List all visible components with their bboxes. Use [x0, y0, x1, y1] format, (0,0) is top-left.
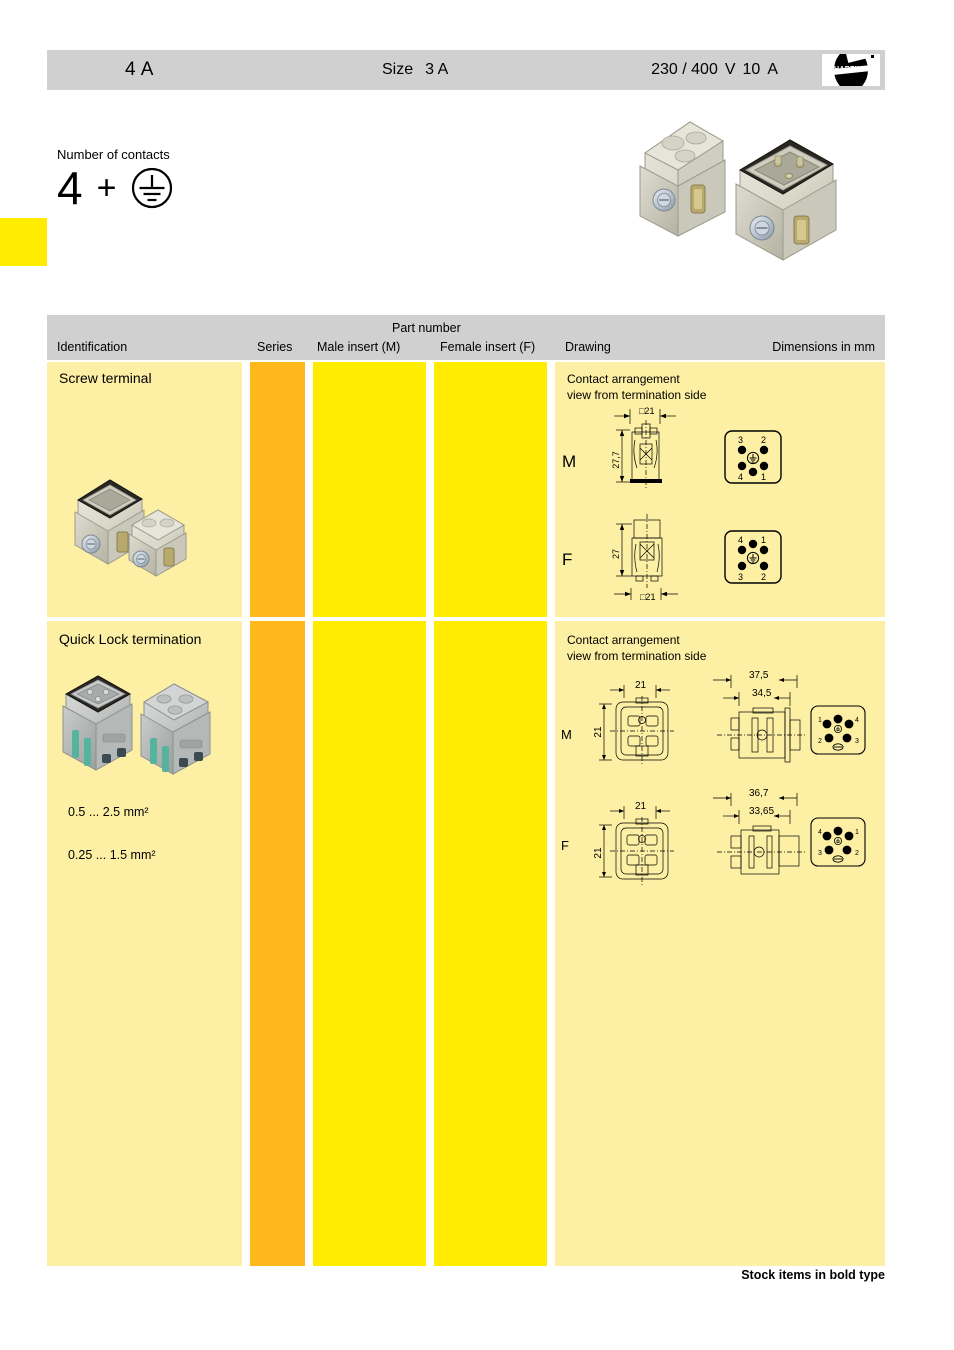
col-header-identification: Identification [57, 340, 128, 354]
header-code: 4 A [125, 59, 154, 80]
header-voltage-unit: V [724, 61, 736, 78]
col-header-part-number: Part number [392, 321, 461, 335]
row1-male-technical-drawing: □21 27,7 [590, 404, 700, 496]
row2-male-front-drawing: 21 21 [592, 680, 692, 780]
row2-female-front-drawing: 21 21 [592, 795, 692, 890]
row2-m-front-width: 21 [635, 680, 647, 691]
row2-f-front-height: 21 [593, 847, 604, 859]
row2-male-part-cell[interactable] [313, 621, 426, 1266]
row2-m-pin-2: 2 [818, 738, 822, 745]
row1-m-pin-1: 1 [761, 472, 766, 482]
row2-wire-range-2: 0.25 ... 1.5 mm² [68, 848, 156, 862]
row2-f-depth-inner: 33,65 [749, 806, 774, 817]
header-size-label: Size [382, 61, 414, 78]
col-header-dimensions: Dimensions in mm [772, 340, 875, 354]
row2-female-contact-arrangement: 4 1 3 2 [808, 812, 868, 872]
row2-f-pin-2: 2 [855, 850, 859, 857]
harting-logo: HARTING [822, 54, 880, 86]
row1-caption-line1: Contact arrangement [567, 372, 680, 386]
row1-female-part-cell[interactable] [434, 362, 547, 617]
row2-f-pin-3: 3 [818, 850, 822, 857]
row1-m-pin-4: 4 [738, 472, 743, 482]
header-ratings: 230 / 400 V 10 A [651, 61, 785, 79]
row1-product-photo [70, 470, 200, 585]
row1-male-contact-arrangement: 3 2 4 1 [722, 428, 784, 486]
row1-female-contact-arrangement: 4 1 3 2 [722, 528, 784, 586]
row2-caption-line2: view from termination side [567, 649, 707, 664]
row1-title: Screw terminal [59, 370, 152, 386]
row2-m-pin-3: 3 [855, 738, 859, 745]
row2-male-side-drawing: 37,5 34,5 [697, 668, 812, 783]
row2-female-side-drawing: 36,7 33,65 [697, 786, 812, 891]
row2-m-pin-1: 1 [818, 717, 822, 724]
col-header-female-insert: Female insert (F) [440, 340, 536, 354]
row2-f-front-width: 21 [635, 801, 647, 812]
row2-m-depth-outer: 37,5 [749, 670, 769, 681]
harting-logo-text: HARTING [834, 66, 868, 73]
row2-title: Quick Lock termination [59, 631, 202, 647]
table-header: Part number Identification Series Male i… [47, 315, 885, 360]
contacts-plus-sign: + [96, 169, 117, 207]
row1-f-pin-1: 1 [761, 535, 766, 545]
row1-f-pin-4: 4 [738, 535, 743, 545]
row2-view-m-label: M [561, 727, 572, 742]
row2-f-pin-1: 1 [855, 829, 859, 836]
row1-m-width-dim: □21 [639, 406, 654, 416]
number-of-contacts-value: 4 + [57, 165, 174, 211]
row1-series-cell[interactable] [250, 362, 305, 617]
row1-f-height-dim: 27 [611, 549, 621, 559]
row1-m-pin-3: 3 [738, 435, 743, 445]
footer-note: Stock items in bold type [741, 1268, 885, 1282]
header-current-unit: A [767, 61, 778, 78]
row2-product-photo [58, 668, 223, 786]
row2-m-pin-4: 4 [855, 717, 859, 724]
row2-female-part-cell[interactable] [434, 621, 547, 1266]
product-photo-screw-terminal-pair [628, 108, 868, 283]
row1-m-pin-2: 2 [761, 435, 766, 445]
header-current: 10 [742, 61, 761, 78]
row2-wire-range-1: 0.5 ... 2.5 mm² [68, 805, 149, 819]
page-header-bar: 4 A Size 3 A 230 / 400 V 10 A HARTING [47, 50, 885, 90]
row1-female-technical-drawing: □21 27 [590, 508, 700, 608]
col-header-series: Series [257, 340, 293, 354]
row1-m-height-dim: 27,7 [611, 451, 621, 469]
row2-f-pin-4: 4 [818, 829, 822, 836]
side-index-tab [0, 218, 47, 266]
row2-male-contact-arrangement: 1 4 2 3 [808, 700, 868, 760]
row2-caption-line1: Contact arrangement [567, 633, 680, 647]
header-size-value: 3 A [425, 61, 449, 78]
row1-view-f-label: F [562, 550, 573, 569]
row1-view-m-label: M [562, 452, 577, 471]
row1-f-pin-3: 3 [738, 572, 743, 582]
col-header-male-insert: Male insert (M) [317, 340, 401, 354]
header-size: Size 3 A [382, 61, 448, 79]
row2-view-f-label: F [561, 838, 569, 853]
row2-f-depth-outer: 36,7 [749, 788, 769, 799]
row2-m-front-height: 21 [593, 726, 604, 738]
number-of-contacts-label: Number of contacts [57, 147, 170, 162]
contacts-count: 4 [57, 162, 83, 214]
row1-f-width-dim: □21 [640, 592, 655, 602]
row1-male-part-cell[interactable] [313, 362, 426, 617]
header-voltage: 230 / 400 [651, 61, 718, 78]
row2-series-cell[interactable] [250, 621, 305, 1266]
col-header-drawing: Drawing [565, 340, 611, 354]
row1-f-pin-2: 2 [761, 572, 766, 582]
protective-earth-symbol [130, 166, 174, 210]
row2-drawing-caption: Contact arrangement view from terminatio… [567, 632, 706, 664]
row1-caption-line2: view from termination side [567, 388, 707, 403]
datasheet-page: 4 A Size 3 A 230 / 400 V 10 A HARTING Number… [0, 0, 954, 1350]
row1-drawing-caption: Contact arrangement view from terminatio… [567, 371, 706, 403]
row2-m-depth-inner: 34,5 [752, 688, 772, 699]
